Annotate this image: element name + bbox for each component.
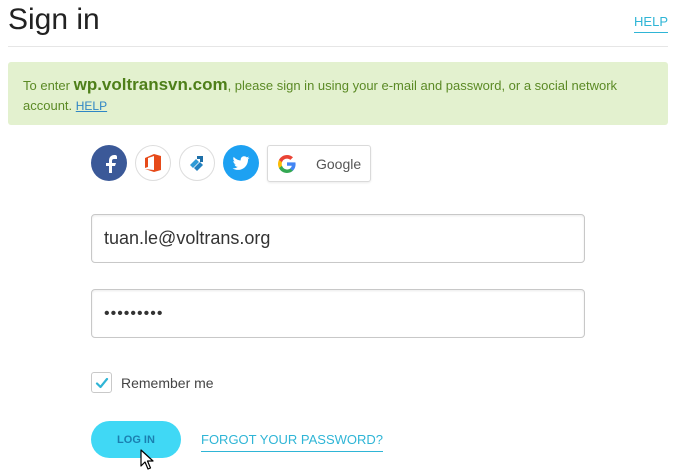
trello-login-button[interactable] xyxy=(179,145,215,181)
mouse-cursor-icon xyxy=(140,449,154,470)
remember-checkbox[interactable] xyxy=(91,372,112,393)
notice-domain: wp.voltransvn.com xyxy=(73,75,228,94)
twitter-icon xyxy=(232,156,250,170)
google-icon xyxy=(268,154,306,173)
google-login-button[interactable]: Google xyxy=(267,145,371,182)
forgot-password-link[interactable]: FORGOT YOUR PASSWORD? xyxy=(201,432,384,452)
checkmark-icon xyxy=(95,377,108,388)
google-label: Google xyxy=(316,155,362,172)
signin-notice: To enter wp.voltransvn.com, please sign … xyxy=(8,62,668,125)
facebook-login-button[interactable] xyxy=(91,145,127,181)
remember-me[interactable]: Remember me xyxy=(91,372,214,393)
facebook-icon xyxy=(103,155,117,173)
notice-help-link[interactable]: HELP xyxy=(76,99,107,113)
help-link[interactable]: HELP xyxy=(634,14,668,33)
password-field[interactable] xyxy=(91,289,585,338)
notice-prefix: To enter xyxy=(23,78,74,93)
remember-label: Remember me xyxy=(121,374,214,391)
trello-icon xyxy=(190,156,203,171)
office-icon xyxy=(145,154,161,172)
page-title: Sign in xyxy=(8,3,100,36)
email-field[interactable] xyxy=(91,214,585,263)
twitter-login-button[interactable] xyxy=(223,145,259,181)
login-button[interactable]: LOG IN xyxy=(91,421,181,458)
page-header: Sign in HELP xyxy=(8,0,668,47)
office-login-button[interactable] xyxy=(135,145,171,181)
